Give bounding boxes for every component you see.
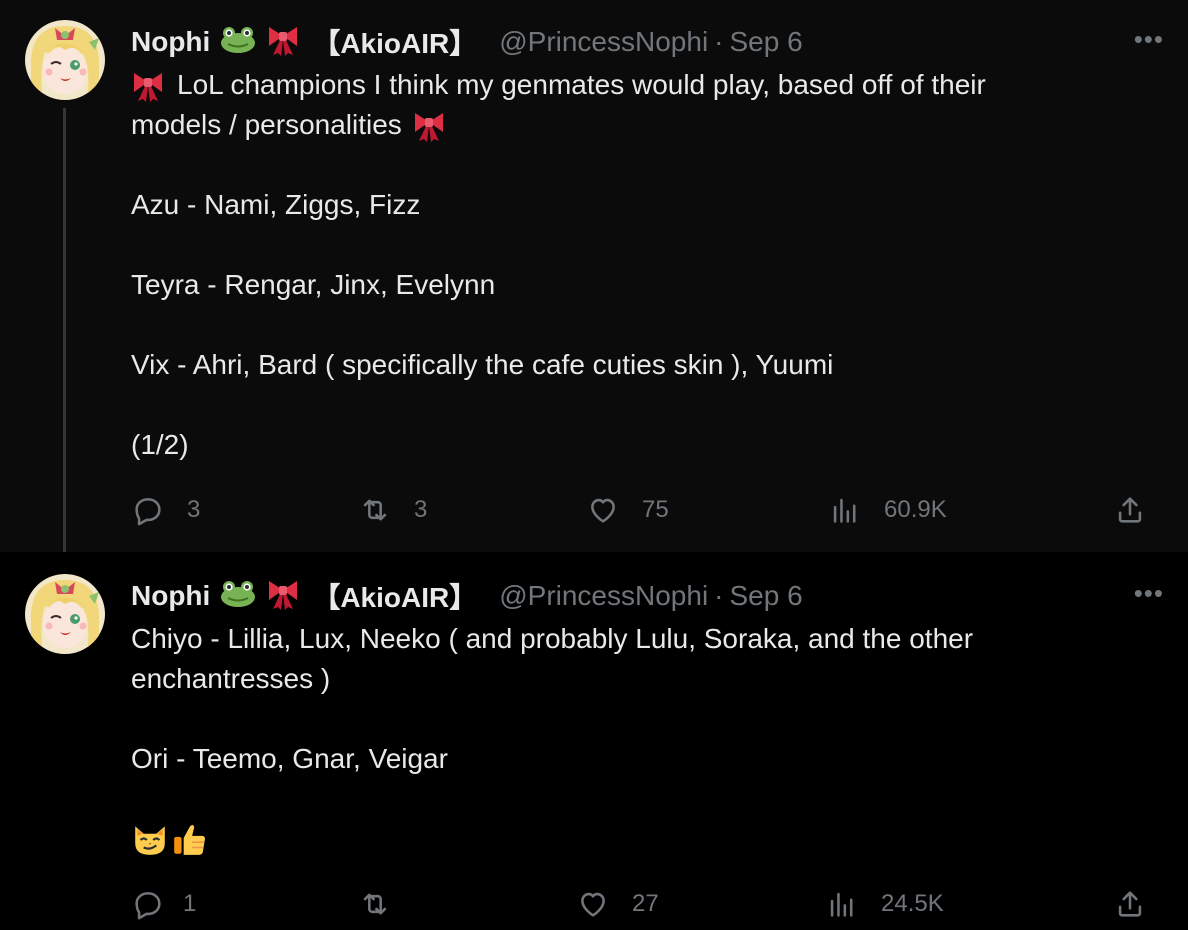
- separator-dot: ·: [714, 26, 724, 57]
- text-line-content: LoL champions I think my genmates would …: [177, 69, 986, 100]
- smirking-cat-icon: [131, 820, 169, 858]
- emoji-line: [131, 819, 1141, 859]
- text-line: Ori - Teemo, Gnar, Veigar: [131, 743, 448, 774]
- frog-icon: [219, 579, 257, 614]
- avatar[interactable]: [25, 574, 105, 654]
- text-line: Chiyo - Lillia, Lux, Neeko ( and probabl…: [131, 623, 974, 654]
- share-button[interactable]: [1113, 490, 1147, 530]
- action-bar: 3 3 75 60.9K: [0, 490, 1188, 530]
- action-bar: 1 27 24.5K: [0, 884, 1188, 924]
- like-button[interactable]: 27: [576, 884, 659, 924]
- reply-icon: [135, 498, 161, 526]
- share-button[interactable]: [1113, 884, 1147, 924]
- thumbs-up-icon: [171, 820, 209, 858]
- tweet-header: Nophi 【AkioAIR】 @PrincessNophi · Sep 6: [131, 576, 803, 616]
- repost-count: 3: [414, 496, 428, 523]
- tweet-2[interactable]: Nophi 【AkioAIR】 @PrincessNophi · Sep 6 •…: [0, 552, 1188, 930]
- author-name[interactable]: Nophi: [131, 580, 210, 612]
- repost-icon: [363, 893, 387, 915]
- avatar[interactable]: [25, 20, 105, 100]
- views-button[interactable]: 60.9K: [828, 490, 947, 530]
- share-icon: [1118, 497, 1142, 523]
- reply-button[interactable]: 1: [131, 884, 196, 924]
- repost-button[interactable]: [358, 884, 414, 924]
- reply-count: 1: [183, 890, 197, 917]
- tweet-1[interactable]: Nophi 【AkioAIR】 @PrincessNophi · Sep 6 •…: [0, 0, 1188, 552]
- text-line: Azu - Nami, Ziggs, Fizz: [131, 189, 421, 220]
- text-line: (1/2): [131, 429, 189, 460]
- heart-icon: [581, 892, 605, 917]
- author-handle[interactable]: @PrincessNophi: [499, 580, 708, 612]
- like-count: 75: [642, 496, 669, 523]
- repost-button[interactable]: 3: [358, 490, 427, 530]
- views-count: 24.5K: [881, 890, 944, 917]
- reply-button[interactable]: 3: [131, 490, 200, 530]
- more-options-button[interactable]: •••: [1134, 578, 1164, 609]
- text-line: models / personalities: [131, 105, 1141, 145]
- text-line-content: models / personalities: [131, 109, 402, 140]
- separator-dot: ·: [714, 580, 724, 611]
- tweet-date[interactable]: Sep 6: [730, 26, 803, 58]
- author-tag: 【AkioAIR】: [312, 582, 478, 613]
- like-button[interactable]: 75: [586, 490, 669, 530]
- more-options-button[interactable]: •••: [1134, 24, 1164, 55]
- views-icon: [830, 892, 853, 917]
- tweet-header: Nophi 【AkioAIR】 @PrincessNophi · Sep 6: [131, 22, 803, 62]
- tweet-date[interactable]: Sep 6: [730, 580, 803, 612]
- text-line: Vix - Ahri, Bard ( specifically the cafe…: [131, 349, 834, 380]
- author-name[interactable]: Nophi: [131, 26, 210, 58]
- text-line: LoL champions I think my genmates would …: [131, 65, 1141, 105]
- repost-icon: [363, 499, 387, 521]
- reply-icon: [135, 892, 161, 920]
- tweet-text: Chiyo - Lillia, Lux, Neeko ( and probabl…: [131, 619, 1141, 859]
- author-tag: 【AkioAIR】: [312, 28, 478, 59]
- ribbon-icon: [131, 68, 165, 102]
- ribbon-icon: [412, 108, 446, 142]
- reply-count: 3: [187, 496, 201, 523]
- text-line: Teyra - Rengar, Jinx, Evelynn: [131, 269, 496, 300]
- tweet-text: LoL champions I think my genmates would …: [131, 65, 1141, 465]
- heart-icon: [591, 498, 615, 523]
- like-count: 27: [632, 890, 659, 917]
- text-line: enchantresses ): [131, 663, 331, 694]
- views-icon: [833, 498, 856, 523]
- share-icon: [1118, 891, 1142, 917]
- views-count: 60.9K: [884, 496, 947, 523]
- views-button[interactable]: 24.5K: [825, 884, 944, 924]
- thread-connector: [63, 108, 66, 566]
- ribbon-icon: [266, 22, 300, 63]
- ribbon-icon: [266, 576, 300, 617]
- frog-icon: [219, 25, 257, 60]
- author-handle[interactable]: @PrincessNophi: [499, 26, 708, 58]
